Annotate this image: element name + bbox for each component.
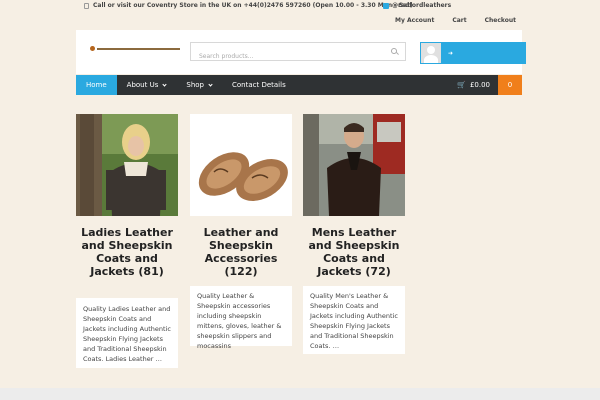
logo-wordmark (96, 47, 180, 50)
account-panel[interactable]: ➜ (420, 42, 526, 64)
product-description-ladies: Quality Ladies Leather and Sheepskin Coa… (76, 298, 178, 368)
phone-icon (84, 2, 89, 9)
twitter-icon (383, 2, 389, 9)
site-logo[interactable] (90, 46, 180, 51)
product-title-accessories[interactable]: Leather and Sheepskin Accessories (122) (190, 226, 292, 278)
product-title-mens[interactable]: Mens Leather and Sheepskin Coats and Jac… (303, 226, 405, 278)
logo-mark (90, 46, 95, 51)
cart-total-button[interactable]: 🛒 £0.00 (449, 75, 498, 95)
product-description-accessories: Quality Leather & Sheepskin accessories … (190, 286, 292, 350)
chevron-down-icon (208, 81, 213, 87)
nav-item-about-us[interactable]: About Us (117, 75, 177, 95)
cart-count-badge[interactable]: 0 (498, 75, 522, 95)
nav-item-shop[interactable]: Shop (176, 75, 222, 95)
product-description-mens: Quality Men's Leather & Sheepskin Coats … (303, 286, 405, 354)
account-links: My Account Cart Checkout (395, 17, 516, 24)
nav-item-home[interactable]: Home (76, 75, 117, 95)
site-header: ➜ (76, 30, 526, 74)
search-box (190, 42, 406, 65)
nav-item-contact-details[interactable]: Contact Details (222, 75, 296, 95)
store-notice-text: Call or visit our Coventry Store in the … (93, 2, 413, 9)
store-notice: Call or visit our Coventry Store in the … (84, 2, 413, 9)
product-image-mens[interactable] (303, 114, 405, 216)
nav-label: Contact Details (231, 81, 286, 89)
search-icon[interactable] (391, 48, 397, 54)
nav-label: Shop (186, 81, 204, 89)
twitter-handle[interactable]: @radfordleathers (392, 2, 451, 9)
search-input[interactable] (191, 48, 381, 65)
footer-strip (0, 388, 600, 400)
product-image-accessories[interactable] (190, 114, 292, 216)
main-nav: Home About Us Shop Contact Details 🛒 £0.… (76, 75, 522, 95)
cart-link[interactable]: Cart (452, 17, 466, 24)
cart-total: £0.00 (469, 81, 490, 89)
checkout-link[interactable]: Checkout (485, 17, 516, 24)
top-bar: Call or visit our Coventry Store in the … (0, 0, 600, 30)
nav-label: Home (86, 81, 107, 89)
twitter-link[interactable]: @radfordleathers (383, 2, 451, 9)
product-image-ladies[interactable] (76, 114, 178, 216)
nav-label: About Us (126, 81, 159, 89)
my-account-link[interactable]: My Account (395, 17, 434, 24)
cart-icon: 🛒 (457, 81, 466, 89)
avatar[interactable] (421, 43, 441, 63)
sign-in-icon[interactable]: ➜ (448, 50, 453, 57)
chevron-down-icon (162, 81, 167, 87)
product-title-ladies[interactable]: Ladies Leather and Sheepskin Coats and J… (76, 226, 178, 278)
